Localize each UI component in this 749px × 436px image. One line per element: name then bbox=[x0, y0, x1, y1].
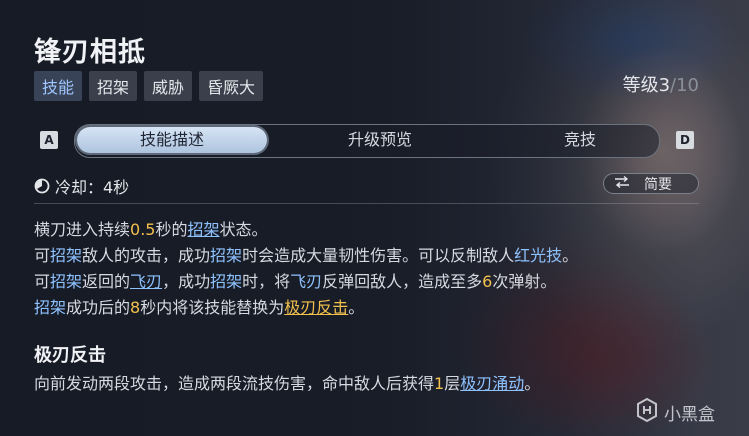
tag-parry: 招架 bbox=[89, 71, 138, 101]
tag-stagger: 昏厥大 bbox=[199, 71, 264, 101]
tab-upgrade-preview[interactable]: 升级预览 bbox=[305, 125, 455, 155]
desc-text: 。 bbox=[562, 246, 579, 265]
sub-skill-title: 极刃反击 bbox=[34, 345, 106, 366]
heybox-logo-icon bbox=[636, 397, 658, 427]
desc-line-4: 招架成功后的8秒内将该技能替换为极刃反击。 bbox=[34, 295, 578, 321]
divider bbox=[34, 203, 699, 204]
tab-skill-description[interactable]: 技能描述 bbox=[77, 127, 267, 153]
desc-line-3: 可招架返回的飞刃，成功招架时，将飞刃反弹回敌人，造成至多6次弹射。 bbox=[34, 269, 578, 295]
keyword-link-flying-blade[interactable]: 飞刃 bbox=[130, 272, 162, 291]
desc-text: 。 bbox=[348, 298, 365, 317]
watermark-text: 小黑盒 bbox=[664, 405, 715, 425]
tag-threat: 威胁 bbox=[144, 71, 193, 101]
key-hint-a[interactable]: A bbox=[40, 131, 58, 149]
desc-text: ，成功 bbox=[162, 272, 211, 291]
watermark: 小黑盒 bbox=[636, 397, 715, 427]
desc-text: 敌人的攻击，成功 bbox=[82, 246, 211, 265]
desc-text: 时会造成大量韧性伤害。可以反制敌人 bbox=[242, 246, 515, 265]
keyword-link-surge[interactable]: 极刃涌动 bbox=[460, 374, 524, 393]
desc-number: 8 bbox=[130, 298, 141, 317]
desc-text: 。 bbox=[524, 374, 541, 393]
desc-text: 时，将 bbox=[242, 272, 291, 291]
sub-skill-description: 向前发动两段攻击，造成两段流技伤害，命中敌人后获得1层极刃涌动。 bbox=[34, 370, 540, 394]
cooldown-text: 冷却：4秒 bbox=[55, 178, 130, 197]
swap-arrows-icon bbox=[614, 175, 630, 192]
tag-skill: 技能 bbox=[34, 71, 83, 101]
cooldown: 冷却：4秒 bbox=[34, 174, 129, 198]
level-max: /10 bbox=[670, 75, 699, 96]
desc-text: 成功后的 bbox=[66, 298, 131, 317]
skill-title: 锋刃相抵 bbox=[34, 37, 146, 68]
desc-line-1: 横刀进入持续0.5秒的招架状态。 bbox=[34, 217, 578, 243]
key-hint-d[interactable]: D bbox=[676, 131, 694, 149]
keyword-red-light: 红光技 bbox=[514, 246, 563, 265]
tab-bar: 技能描述 升级预览 竞技 bbox=[74, 124, 660, 158]
keyword-parry: 招架 bbox=[50, 272, 83, 291]
clock-icon bbox=[34, 178, 50, 194]
skill-level: 等级3/10 bbox=[623, 71, 699, 97]
desc-text: 横刀进入持续 bbox=[34, 220, 131, 239]
keyword-flying-blade: 飞刃 bbox=[290, 272, 323, 291]
skill-tags: 技能 招架 威胁 昏厥大 bbox=[34, 71, 264, 101]
keyword-parry: 招架 bbox=[34, 298, 67, 317]
keyword-link-counter[interactable]: 极刃反击 bbox=[284, 298, 348, 317]
brief-toggle-button[interactable]: 简要 bbox=[603, 173, 699, 194]
desc-text: 可 bbox=[34, 272, 51, 291]
desc-text: 向前发动两段攻击，造成两段流技伤害，命中敌人后获得 bbox=[34, 374, 435, 393]
skill-description: 横刀进入持续0.5秒的招架状态。 可招架敌人的攻击，成功招架时会造成大量韧性伤害… bbox=[34, 217, 578, 321]
brief-label: 简要 bbox=[644, 176, 672, 193]
desc-text: 反弹回敌人，造成至多 bbox=[322, 272, 483, 291]
keyword-parry: 招架 bbox=[210, 246, 243, 265]
desc-number: 1 bbox=[434, 374, 445, 393]
desc-text: 状态。 bbox=[219, 220, 268, 239]
tab-arena[interactable]: 竞技 bbox=[505, 125, 655, 155]
desc-number: 0.5 bbox=[130, 220, 156, 239]
tab-strip: A 技能描述 升级预览 竞技 D bbox=[36, 124, 700, 158]
keyword-link-parry[interactable]: 招架 bbox=[187, 220, 219, 239]
level-current: 3 bbox=[658, 75, 671, 96]
desc-text: 次弹射。 bbox=[492, 272, 557, 291]
desc-text: 返回的 bbox=[82, 272, 131, 291]
desc-text: 可 bbox=[34, 246, 51, 265]
keyword-parry: 招架 bbox=[210, 272, 243, 291]
level-label: 等级 bbox=[622, 75, 659, 96]
desc-text: 层 bbox=[444, 374, 461, 393]
desc-text: 秒内将该技能替换为 bbox=[140, 298, 285, 317]
keyword-parry: 招架 bbox=[50, 246, 83, 265]
desc-line-2: 可招架敌人的攻击，成功招架时会造成大量韧性伤害。可以反制敌人红光技。 bbox=[34, 243, 578, 269]
desc-text: 秒的 bbox=[155, 220, 188, 239]
desc-number: 6 bbox=[482, 272, 493, 291]
